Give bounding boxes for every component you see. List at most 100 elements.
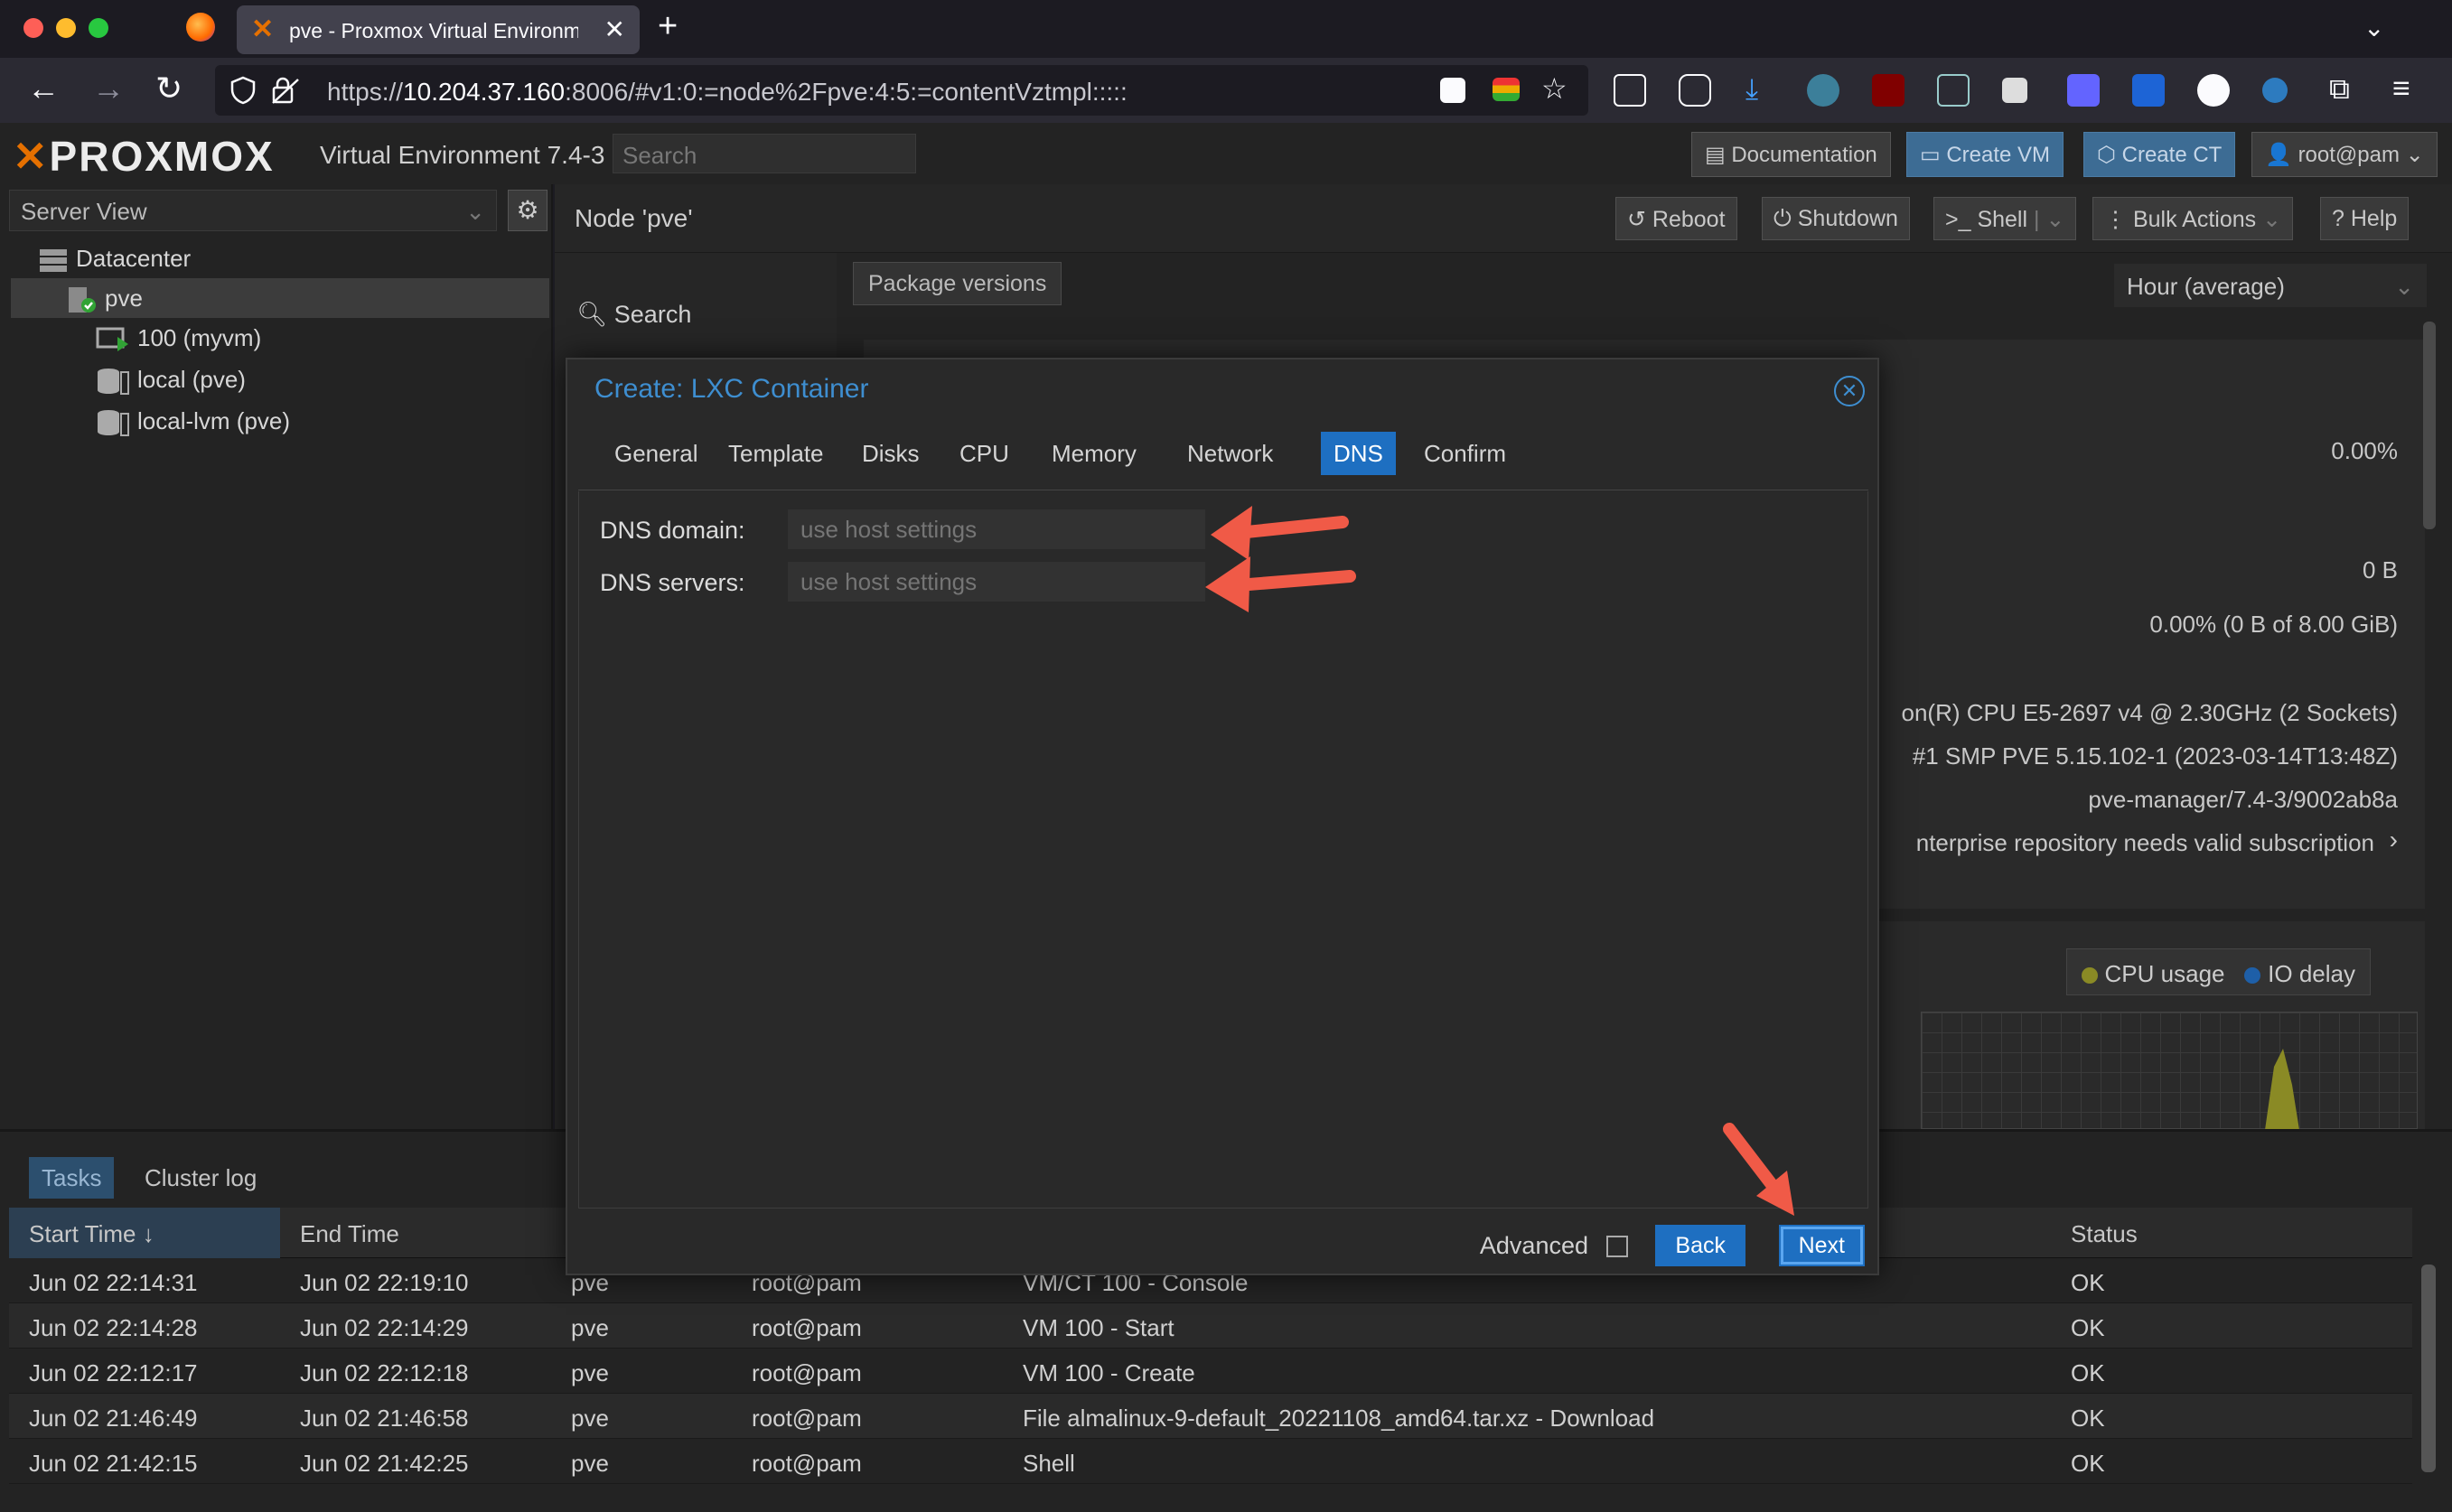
table-row[interactable]: Jun 02 22:12:17 Jun 02 22:12:18 pve root…: [9, 1349, 2412, 1394]
create-ct-button[interactable]: ⬡ Create CT: [2083, 132, 2236, 177]
node-toolbar: Node 'pve' ↺ Reboot ⏻ Shutdown >_ Shell …: [555, 184, 2452, 253]
ublock-icon[interactable]: [1872, 74, 1905, 107]
tab-memory[interactable]: Memory: [1039, 432, 1149, 475]
mastodon-icon[interactable]: [2067, 74, 2100, 107]
tree-item-vm-100[interactable]: 100 (myvm): [11, 318, 549, 358]
table-row[interactable]: Jun 02 21:42:15 Jun 02 21:42:25 pve root…: [9, 1439, 2412, 1484]
main-scrollbar[interactable]: [2423, 322, 2436, 529]
extension-shield-icon[interactable]: [2132, 74, 2165, 107]
help-circle-icon: ?: [2332, 206, 2351, 231]
proxmox-logo[interactable]: ✕PROXMOX: [13, 132, 275, 181]
tab-dns[interactable]: DNS: [1321, 432, 1396, 475]
new-tab-button[interactable]: +: [658, 7, 678, 46]
bookmark-star-icon[interactable]: ☆: [1541, 70, 1568, 107]
downloads-icon[interactable]: ⤓: [1745, 70, 1758, 107]
chevron-right-icon[interactable]: ›: [2390, 826, 2398, 854]
advanced-label: Advanced: [1479, 1232, 1588, 1259]
subscription-warning[interactable]: nterprise repository needs valid subscri…: [1916, 829, 2374, 857]
extension-globe-icon[interactable]: [1807, 74, 1839, 107]
extension-bars-icon[interactable]: [1493, 78, 1520, 101]
extension-image-icon[interactable]: [1937, 74, 1970, 107]
tree-item-datacenter[interactable]: Datacenter: [11, 238, 549, 278]
window-minimize-button[interactable]: [56, 18, 76, 38]
documentation-button[interactable]: ▤ Documentation: [1691, 132, 1891, 177]
version-label: Virtual Environment 7.4-3: [320, 141, 605, 169]
column-end-time[interactable]: End Time: [300, 1220, 399, 1248]
shutdown-button[interactable]: ⏻ Shutdown: [1762, 197, 1910, 240]
monitor-icon: ▭: [1920, 143, 1947, 167]
tree-item-local-lvm[interactable]: local-lvm (pve): [11, 401, 549, 441]
cell-node: pve: [571, 1450, 609, 1477]
create-vm-button[interactable]: ▭ Create VM: [1906, 132, 2064, 177]
url-bar[interactable]: https://10.204.37.160:8006/#v1:0:=node%2…: [215, 65, 1588, 116]
extension-grid-icon[interactable]: [2002, 78, 2027, 103]
tree-item-local[interactable]: local (pve): [11, 359, 549, 399]
extension-ghost-icon[interactable]: [2197, 74, 2230, 107]
chevron-down-icon: ⌄: [2394, 273, 2414, 300]
tab-general[interactable]: General: [602, 432, 711, 475]
tab-close-icon[interactable]: ✕: [604, 14, 625, 44]
menu-hamburger-icon[interactable]: ≡: [2392, 70, 2410, 107]
column-status[interactable]: Status: [2071, 1220, 2138, 1248]
bulk-actions-button[interactable]: ⋮ Bulk Actions ⌄: [2092, 197, 2294, 240]
memory-value: 0 B: [2362, 556, 2398, 583]
cell-status: OK: [2071, 1450, 2105, 1477]
tab-network[interactable]: Network: [1175, 432, 1286, 475]
global-search-input[interactable]: Search: [613, 134, 916, 173]
timeframe-select[interactable]: Hour (average) ⌄: [2114, 264, 2427, 307]
dialog-body: [578, 491, 1868, 1209]
tree-item-pve[interactable]: pve: [11, 278, 549, 318]
back-arrow-icon[interactable]: ←: [27, 70, 60, 107]
legend-io-delay[interactable]: IO delay: [2268, 960, 2355, 987]
table-row[interactable]: Jun 02 21:46:49 Jun 02 21:46:58 pve root…: [9, 1394, 2412, 1439]
gear-icon[interactable]: ⚙: [508, 190, 547, 231]
forward-arrow-icon[interactable]: →: [92, 70, 125, 107]
advanced-checkbox[interactable]: [1606, 1236, 1628, 1257]
pocket-icon[interactable]: [1679, 74, 1711, 107]
tab-confirm[interactable]: Confirm: [1411, 432, 1519, 475]
reload-icon[interactable]: ↻: [155, 70, 182, 107]
tab-cluster-log[interactable]: Cluster log: [132, 1157, 269, 1199]
window-zoom-button[interactable]: [89, 18, 108, 38]
shell-button[interactable]: >_ Shell | ⌄: [1933, 197, 2077, 240]
shield-icon[interactable]: [229, 76, 257, 105]
dns-domain-input[interactable]: [788, 509, 1205, 549]
window-close-button[interactable]: [23, 18, 43, 38]
reboot-button[interactable]: ↺ Reboot: [1615, 197, 1737, 240]
cell-start: Jun 02 22:14:28: [29, 1314, 198, 1341]
cell-user: root@pam: [752, 1450, 862, 1477]
extensions-puzzle-icon[interactable]: ⧉: [2329, 70, 2350, 107]
dns-servers-input[interactable]: [788, 562, 1205, 602]
tab-cpu[interactable]: CPU: [947, 432, 1022, 475]
tab-template[interactable]: Template: [716, 432, 837, 475]
user-menu-button[interactable]: 👤 root@pam ⌄: [2251, 132, 2438, 177]
next-button[interactable]: Next: [1778, 1225, 1865, 1266]
help-button[interactable]: ? Help: [2320, 197, 2410, 240]
chevron-down-icon: ⌄: [2399, 143, 2424, 167]
package-versions-button[interactable]: Package versions: [853, 262, 1062, 305]
qr-code-icon[interactable]: [1440, 78, 1465, 103]
subnav-search[interactable]: 🔍︎ Search: [576, 300, 691, 329]
insecure-lock-icon[interactable]: [271, 76, 302, 105]
back-button[interactable]: Back: [1655, 1225, 1745, 1266]
view-selector[interactable]: Server View ⌄: [9, 190, 497, 231]
browser-tab-active[interactable]: ✕ pve - Proxmox Virtual Environme ✕: [237, 5, 640, 54]
close-icon[interactable]: ✕: [1834, 376, 1865, 406]
cell-node: pve: [571, 1405, 609, 1432]
cell-end: Jun 02 22:19:10: [300, 1269, 469, 1296]
legend-cpu-usage[interactable]: CPU usage: [2105, 960, 2225, 987]
extension-eye-icon[interactable]: [2262, 78, 2288, 103]
column-start-time[interactable]: Start Time ↓: [29, 1220, 154, 1248]
screenshot-icon[interactable]: [1614, 74, 1646, 107]
firefox-view-icon[interactable]: [186, 13, 215, 42]
list-all-tabs-icon[interactable]: ⌄: [2363, 13, 2384, 42]
cell-description: VM 100 - Start: [1023, 1314, 1175, 1341]
table-row[interactable]: Jun 02 22:14:28 Jun 02 22:14:29 pve root…: [9, 1303, 2412, 1349]
server-online-icon: [69, 287, 96, 313]
chart-legend: CPU usage IO delay: [2065, 948, 2371, 995]
tab-tasks[interactable]: Tasks: [29, 1157, 115, 1199]
task-scrollbar[interactable]: [2421, 1265, 2436, 1472]
cell-start: Jun 02 22:14:31: [29, 1269, 198, 1296]
url-text: https://10.204.37.160:8006/#v1:0:=node%2…: [327, 78, 1128, 106]
tab-disks[interactable]: Disks: [849, 432, 932, 475]
